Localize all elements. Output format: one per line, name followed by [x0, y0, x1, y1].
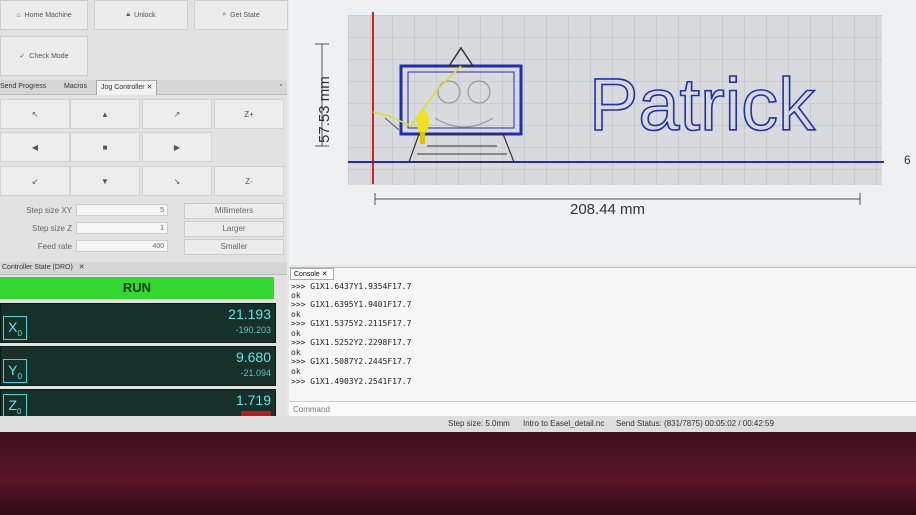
width-dimension: 208.44 mm: [570, 201, 645, 218]
arrow-down-icon: ▼: [101, 176, 109, 186]
y-axis-zero-button[interactable]: Y0: [3, 359, 27, 383]
z-axis-zero-button[interactable]: Z0: [3, 394, 27, 418]
search-icon: ⌕: [222, 11, 227, 18]
console-line: >>> G1X1.6395Y1.9401F17.7: [291, 300, 412, 309]
arrow-down-right-icon: ↘: [173, 176, 181, 186]
jog-x-plus-y-minus-button[interactable]: ↘: [142, 166, 212, 196]
feed-rate-input[interactable]: 400: [76, 240, 168, 252]
maximize-icon[interactable]: ▫: [280, 82, 282, 89]
engraving-text: Patrick: [589, 63, 816, 146]
status-step-size: Step size: 5.0mm: [448, 419, 510, 428]
status-file: Intro to Easel_detail.nc: [523, 419, 605, 428]
step-z-input[interactable]: 1: [76, 222, 168, 234]
app-window: ⌂ Home Machine 🔒︎ Unlock ⌕ Get State ✓ Check…: [0, 0, 916, 432]
tab-macros[interactable]: Macros: [60, 80, 91, 94]
jog-y-minus-button[interactable]: ▼: [70, 166, 140, 196]
jog-x-minus-y-minus-button[interactable]: ↙: [0, 166, 70, 196]
home-icon: ⌂: [16, 11, 21, 19]
traversed-path: [372, 65, 462, 128]
larger-button[interactable]: Larger: [184, 221, 284, 237]
dro-y-axis: Y0 9.680 -21.094: [0, 346, 276, 386]
arrow-up-icon: ▲: [101, 109, 109, 119]
arrow-left-icon: ◀: [31, 142, 39, 152]
close-icon[interactable]: ✕: [79, 264, 85, 271]
panel-tabs: Send Progress Macros Jog Controller ✕ ▫: [0, 80, 287, 95]
console-line: ok: [291, 348, 301, 357]
arrow-right-icon: ▶: [173, 142, 181, 152]
tool-bit: [417, 110, 429, 134]
jog-x-plus-button[interactable]: ▶: [142, 132, 212, 162]
y-work-position: 9.680: [235, 349, 271, 365]
feed-rate-row: Feed rate 400 Smaller: [0, 239, 287, 255]
smaller-button[interactable]: Smaller: [184, 239, 284, 255]
arrow-up-right-icon: ↗: [173, 109, 181, 119]
center-icon: ■: [102, 142, 108, 152]
lock-icon: 🔒︎: [126, 11, 131, 18]
z-work-position: 1.719: [235, 392, 271, 408]
console-line: ok: [291, 329, 301, 338]
millimeters-button[interactable]: Millimeters: [184, 203, 284, 219]
arrow-up-left-icon: ↖: [31, 109, 39, 119]
edge-dimension: 6: [904, 153, 911, 167]
jog-x-plus-y-plus-button[interactable]: ↗: [142, 99, 212, 129]
command-input[interactable]: Command: [289, 401, 916, 416]
get-state-button[interactable]: ⌕ Get State: [194, 0, 288, 30]
console-line: >>> G1X1.5375Y2.2115F17.7: [291, 319, 412, 328]
tab-jog-controller[interactable]: Jog Controller ✕: [96, 80, 158, 95]
close-icon[interactable]: ✕: [322, 271, 328, 278]
machine-state-badge: RUN: [0, 277, 274, 299]
monitor-bezel: [0, 432, 916, 515]
console-line: ok: [291, 367, 301, 376]
toolpath-drawing: Patrick 57.53 mm 208.44 mm 6: [315, 12, 911, 218]
x-machine-position: -190.203: [235, 325, 271, 335]
console-line: >>> G1X1.6437Y1.9354F17.7: [291, 282, 412, 291]
jog-home-button[interactable]: ■: [70, 132, 140, 162]
jog-x-minus-y-plus-button[interactable]: ↖: [0, 99, 70, 129]
status-bar: Step size: 5.0mm Intro to Easel_detail.n…: [0, 416, 916, 432]
console-line: >>> G1X1.5252Y2.2298F17.7: [291, 338, 412, 347]
close-icon[interactable]: ✕: [147, 84, 153, 91]
console-line: ok: [291, 310, 301, 319]
step-xy-row: Step size XY 5 Millimeters: [0, 203, 287, 219]
tab-send-progress[interactable]: Send Progress: [0, 80, 50, 94]
console-line: >>> G1X1.4903Y2.2541F17.7: [291, 377, 412, 386]
unlock-button[interactable]: 🔒︎ Unlock: [94, 0, 188, 30]
status-send: Send Status: (831/7875) 00:05:02 / 00:42…: [616, 419, 774, 428]
x-work-position: 21.193: [228, 306, 271, 322]
step-z-row: Step size Z 1 Larger: [0, 221, 287, 237]
jog-y-plus-button[interactable]: ▲: [70, 99, 140, 129]
jog-x-minus-button[interactable]: ◀: [0, 132, 70, 162]
dro-z-axis: Z0 1.719: [0, 389, 276, 418]
arrow-down-left-icon: ↙: [31, 176, 39, 186]
home-machine-button[interactable]: ⌂ Home Machine: [0, 0, 88, 30]
y-machine-position: -21.094: [240, 368, 271, 378]
dro-x-axis: X0 21.193 -190.203: [0, 303, 276, 343]
height-dimension: 57.53 mm: [316, 76, 333, 143]
step-xy-input[interactable]: 5: [76, 204, 168, 216]
tab-console[interactable]: Console ✕: [290, 268, 334, 280]
console-line: >>> G1X1.5087Y2.2445F17.7: [291, 357, 412, 366]
x-axis-zero-button[interactable]: X0: [3, 316, 27, 340]
check-icon: ✓: [19, 53, 26, 60]
console-line: ok: [291, 291, 301, 300]
left-panel: ⌂ Home Machine 🔒︎ Unlock ⌕ Get State ✓ Check…: [0, 0, 288, 432]
dro-tab[interactable]: Controller State (DRO) ✕: [0, 262, 287, 275]
jog-z-plus-button[interactable]: Z+: [214, 99, 284, 129]
check-mode-button[interactable]: ✓ Check Mode: [0, 36, 88, 76]
jog-z-minus-button[interactable]: Z-: [214, 166, 284, 196]
